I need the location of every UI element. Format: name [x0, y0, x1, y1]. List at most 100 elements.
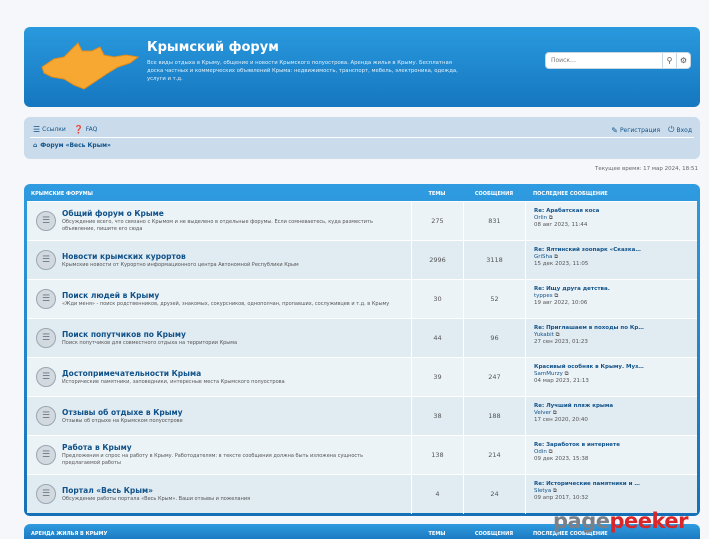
forum-title-link[interactable]: Новости крымских курортов: [62, 252, 396, 261]
col-posts: СООБЩЕНИЯ: [474, 191, 514, 197]
last-post-date: 09 дек 2023, 15:38: [534, 455, 589, 462]
last-post-author[interactable]: Odin: [534, 449, 547, 455]
topics-count: 39: [411, 357, 463, 397]
forum-title-link[interactable]: Достопримечательности Крыма: [62, 369, 396, 378]
links-label: Ссылки: [42, 126, 66, 133]
last-post-date: 27 сен 2023, 01:23: [534, 338, 588, 345]
posts-count: 247: [463, 357, 525, 397]
forum-row[interactable]: ☰ Достопримечательности Крыма Исторические…: [27, 357, 697, 397]
forum-read-icon: ☰: [36, 484, 56, 504]
forum-row[interactable]: ☰ Поиск людей в Крыму «Жди меня» - поиск р…: [27, 279, 697, 319]
faq-link[interactable]: ❓ FAQ: [74, 125, 98, 134]
last-post-link[interactable]: Re: Ищу друга детства.: [534, 286, 697, 293]
section-2-title[interactable]: АРЕНДА ЖИЛЬЯ В КРЫМУ: [27, 531, 411, 537]
forum-description: Исторические памятники, заповедники, инт…: [62, 378, 285, 385]
col-last-post: ПОСЛЕДНЕЕ СООБЩЕНИЕ: [533, 191, 608, 197]
forum-title-link[interactable]: Портал «Весь Крым»: [62, 486, 396, 495]
last-post-author[interactable]: typpes: [534, 293, 553, 299]
forum-section: КРЫМСКИЕ ФОРУМЫ ТЕМЫ СООБЩЕНИЯ ПОСЛЕДНЕЕ…: [24, 184, 700, 516]
col-topics: ТЕМЫ: [428, 531, 446, 537]
last-post-author[interactable]: Velver: [534, 410, 551, 416]
last-post-author[interactable]: Orlin: [534, 215, 547, 221]
forum-title-link[interactable]: Поиск попутчиков по Крыму: [62, 330, 396, 339]
last-post-link[interactable]: Re: Ялтинский зоопарк «Сказка…: [534, 247, 697, 254]
forum-info: Работа в Крыму Предложения и спрос на раб…: [62, 443, 396, 467]
topics-count: 138: [411, 435, 463, 475]
view-post-icon[interactable]: ⧉: [554, 254, 558, 260]
last-post: Re: Приглашаем в походы по Кр… Yukabit ⧉ 2…: [525, 318, 697, 358]
last-post-author[interactable]: Yukabit: [534, 332, 554, 338]
links-menu[interactable]: ☰ Ссылки: [33, 125, 66, 134]
forum-row[interactable]: ☰ Поиск попутчиков по Крыму Поиск попутчик…: [27, 318, 697, 358]
menu-icon: ☰: [33, 125, 41, 134]
forum-row[interactable]: ☰ Общий форум о Крыме Обсуждение всего, чт…: [27, 201, 697, 241]
breadcrumb[interactable]: ⌂ Форум «Весь Крым»: [33, 142, 111, 149]
posts-count: 831: [463, 201, 525, 241]
forum-description: Предложения и спрос на работу в Крыму. Р…: [62, 453, 364, 466]
search-icon: ⚲: [666, 56, 673, 65]
view-post-icon[interactable]: ⧉: [549, 449, 553, 455]
col-posts: СООБЩЕНИЯ: [474, 531, 514, 537]
forum-read-icon: ☰: [36, 211, 56, 231]
topics-count: 38: [411, 396, 463, 436]
last-post-author[interactable]: GriSha: [534, 254, 552, 260]
forum-title-link[interactable]: Поиск людей в Крыму: [62, 291, 396, 300]
search-button[interactable]: ⚲: [662, 53, 676, 68]
view-post-icon[interactable]: ⧉: [554, 293, 558, 299]
register-label: Регистрация: [619, 126, 661, 134]
view-post-icon[interactable]: ⧉: [565, 371, 569, 377]
navbar: ☰ Ссылки ❓ FAQ ✎ Регистрация ⏻ Вход ⌂ Форум «…: [24, 117, 700, 159]
last-post-link[interactable]: Re: Заработок в интернете: [534, 442, 697, 449]
view-post-icon[interactable]: ⧉: [549, 215, 553, 221]
forum-row[interactable]: ☰ Портал «Весь Крым» Обсуждение работы пор…: [27, 474, 697, 514]
forum-description: «Жди меня» - поиск родственников, друзей…: [62, 300, 390, 307]
posts-count: 24: [463, 474, 525, 514]
last-post-date: 04 мар 2023, 21:13: [534, 377, 589, 384]
view-post-icon[interactable]: ⧉: [553, 488, 557, 494]
breadcrumb-home[interactable]: Форум «Весь Крым»: [40, 142, 111, 149]
section-title[interactable]: КРЫМСКИЕ ФОРУМЫ: [27, 191, 411, 197]
forum-title-link[interactable]: Общий форум о Крыме: [62, 209, 396, 218]
edit-icon: ✎: [611, 125, 618, 135]
view-post-icon[interactable]: ⧉: [553, 410, 557, 416]
login-label: Вход: [676, 126, 693, 134]
last-post-link[interactable]: Re: Исторические памятники и …: [534, 481, 697, 488]
last-post-author[interactable]: Sletya: [534, 488, 551, 494]
forum-info: Общий форум о Крыме Обсуждение всего, что…: [62, 209, 396, 233]
forum-title-link[interactable]: Работа в Крыму: [62, 443, 396, 452]
last-post-link[interactable]: Re: Лучший пляж крыма: [534, 403, 697, 410]
search-input[interactable]: [546, 57, 662, 64]
last-post-link[interactable]: Re: Арабатская коса: [534, 208, 697, 215]
crimea-map-logo[interactable]: [34, 37, 144, 97]
forum-list: ☰ Общий форум о Крыме Обсуждение всего, чт…: [27, 201, 697, 514]
advanced-search-button[interactable]: ⚙: [676, 53, 690, 68]
forum-info: Поиск попутчиков по Крыму Поиск попутчико…: [62, 330, 396, 347]
forum-section-header: КРЫМСКИЕ ФОРУМЫ ТЕМЫ СООБЩЕНИЯ ПОСЛЕДНЕЕ…: [27, 187, 697, 201]
home-icon: ⌂: [33, 142, 38, 149]
forum-description: Отзывы об отдыхе на Крымском полуострове: [62, 417, 183, 424]
forum-row[interactable]: ☰ Работа в Крыму Предложения и спрос на ра…: [27, 435, 697, 475]
last-post: Re: Ищу друга детства. typpes ⧉ 19 авг 202…: [525, 279, 697, 319]
forum-row[interactable]: ☰ Отзывы об отдыхе в Крыму Отзывы об отдых…: [27, 396, 697, 436]
forum-title-link[interactable]: Отзывы об отдыхе в Крыму: [62, 408, 396, 417]
forum-description: Обсуждение всего, что связано с Крымом и…: [62, 219, 373, 232]
nav-divider: [30, 137, 694, 138]
current-time: Текущее время: 17 мар 2024, 18:51: [594, 166, 698, 172]
last-post-author[interactable]: SamMurzy: [534, 371, 563, 377]
forum-read-icon: ☰: [36, 406, 56, 426]
posts-count: 96: [463, 318, 525, 358]
col-topics: ТЕМЫ: [428, 191, 446, 197]
site-header: Крымский форум Все виды отдыха в Крыму, …: [24, 27, 700, 107]
forum-row[interactable]: ☰ Новости крымских курортов Крымские новос…: [27, 240, 697, 280]
forum-read-icon: ☰: [36, 367, 56, 387]
view-post-icon[interactable]: ⧉: [556, 332, 560, 338]
last-post-link[interactable]: Красивый особняк в Крыму. Муз…: [534, 364, 697, 371]
forum-read-icon: ☰: [36, 289, 56, 309]
last-post-link[interactable]: Re: Приглашаем в походы по Кр…: [534, 325, 697, 332]
pagepeeker-watermark: pagepeeker: [553, 509, 689, 533]
register-link[interactable]: ✎ Регистрация: [611, 125, 660, 135]
site-title[interactable]: Крымский форум: [147, 40, 279, 55]
last-post: Re: Ялтинский зоопарк «Сказка… GriSha ⧉ 15…: [525, 240, 697, 280]
login-link[interactable]: ⏻ Вход: [668, 125, 692, 135]
power-icon: ⏻: [668, 125, 675, 134]
